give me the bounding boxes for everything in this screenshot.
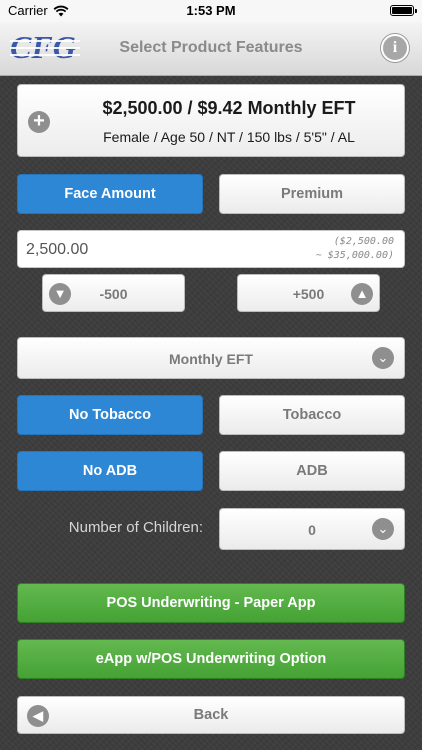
payment-mode-value: Monthly EFT xyxy=(169,351,253,367)
amount-range-min: ($2,500.00 xyxy=(333,236,394,247)
no-tobacco-button[interactable]: No Tobacco xyxy=(17,395,203,435)
info-button[interactable]: i xyxy=(381,34,409,62)
battery-icon xyxy=(390,5,417,16)
amount-range-hint: ($2,500.00 ~ $35,000.00) xyxy=(316,235,394,263)
page-title: Select Product Features xyxy=(119,39,303,56)
info-icon: i xyxy=(392,39,398,56)
policy-summary-card[interactable]: + $2,500.00 / $9.42 Monthly EFT Female /… xyxy=(17,84,405,157)
adb-button[interactable]: ADB xyxy=(219,451,405,491)
face-amount-button[interactable]: Face Amount xyxy=(17,174,203,214)
face-amount-input[interactable]: 2,500.00 ($2,500.00 ~ $35,000.00) xyxy=(17,230,405,268)
increment-button[interactable]: +500 ▲ xyxy=(237,274,380,312)
children-label: Number of Children: xyxy=(68,519,203,536)
chevron-down-icon: ⌄ xyxy=(372,347,394,369)
clock: 1:53 PM xyxy=(186,3,236,18)
back-label: Back xyxy=(193,707,229,723)
back-button[interactable]: ◀ Back xyxy=(17,696,405,734)
summary-details: Female / Age 50 / NT / 150 lbs / 5'5" / … xyxy=(103,129,355,145)
arrow-left-circle-icon: ◀ xyxy=(27,705,49,727)
plus-circle-icon[interactable]: + xyxy=(28,111,50,133)
decrement-label: -500 xyxy=(99,286,128,302)
children-select[interactable]: 0 ⌄ xyxy=(219,508,405,550)
tobacco-button[interactable]: Tobacco xyxy=(219,395,405,435)
arrow-up-circle-icon: ▲ xyxy=(351,283,373,305)
chevron-down-icon: ⌄ xyxy=(372,518,394,540)
pos-underwriting-button[interactable]: POS Underwriting - Paper App xyxy=(17,583,405,623)
nav-bar: CFG Select Product Features i xyxy=(0,22,422,76)
summary-headline: $2,500.00 / $9.42 Monthly EFT xyxy=(102,98,356,118)
face-amount-value: 2,500.00 xyxy=(26,241,89,258)
eapp-button[interactable]: eApp w/POS Underwriting Option xyxy=(17,639,405,679)
premium-button[interactable]: Premium xyxy=(219,174,405,214)
no-adb-button[interactable]: No ADB xyxy=(17,451,203,491)
status-bar: Carrier 1:53 PM xyxy=(0,0,422,22)
payment-mode-select[interactable]: Monthly EFT ⌄ xyxy=(17,337,405,379)
decrement-button[interactable]: ▼ -500 xyxy=(42,274,185,312)
amount-range-max: ~ $35,000.00) xyxy=(315,250,394,261)
